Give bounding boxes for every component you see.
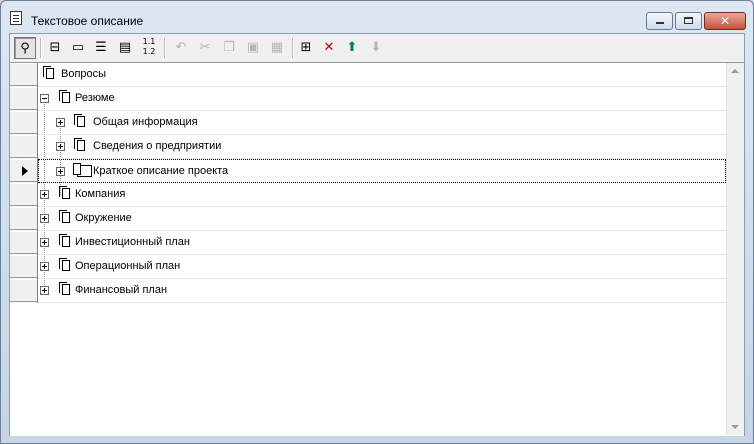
row-indicator [10,279,37,302]
node-label: Операционный план [75,260,181,272]
expand-icon[interactable] [40,238,49,247]
current-row-arrow-icon [22,166,28,176]
search-tool-icon[interactable]: ⚲ [14,37,36,59]
scroll-down-icon[interactable] [731,425,739,429]
close-button[interactable] [704,12,746,30]
window-app-icon [10,11,22,25]
row-indicator [10,87,37,110]
paste-icon[interactable]: ▣ [242,37,264,59]
row-indicator [10,63,37,86]
node-label: Инвестиционный план [75,236,190,248]
expand-icon[interactable] [40,286,49,295]
document-icon [59,282,70,295]
insert-node-icon[interactable]: ⊞ [295,37,317,59]
document-icon [59,90,70,103]
tree-cell[interactable]: Сведения о предприятии [38,135,726,159]
node-label: Краткое описание проекта [93,165,229,177]
node-label: Резюме [75,92,115,104]
collapse-icon[interactable] [40,94,49,103]
window-title: Текстовое описание [31,14,144,28]
app-window: Текстовое описание ⚲ ⊟ ▭ ☰ ▤ 1.11.2 ↶ ✂ … [0,0,754,444]
row-indicator [10,255,37,278]
row-indicator [10,135,37,158]
tree-row[interactable]: Компания [10,183,726,207]
row-indicator [10,183,37,206]
tree-row[interactable]: Инвестиционный план [10,231,726,255]
row-indicator [10,207,37,230]
highlight-mark-icon[interactable]: ▤ [114,37,136,59]
tree-cell[interactable]: Операционный план [38,255,726,279]
document-icon [43,66,54,79]
move-up-icon[interactable]: ⬆ [341,37,363,59]
move-down-icon[interactable]: ⬇ [365,37,387,59]
expand-icon[interactable] [56,118,65,127]
tree-row[interactable]: Вопросы [10,63,726,87]
tree-cell[interactable]: Вопросы [38,63,726,87]
node-label: Вопросы [61,68,107,80]
tree-row[interactable]: Общая информация [10,111,726,135]
document-icon [59,210,70,223]
document-icon [59,258,70,271]
toolbar: ⚲ ⊟ ▭ ☰ ▤ 1.1 1.2 ↶ ✂ ❐ ▣ ▦ ⊞ ✕ ⬆ ⬇ [10,34,744,61]
vertical-scrollbar[interactable] [726,63,744,435]
expand-icon[interactable] [40,190,49,199]
maximize-button[interactable] [675,12,702,30]
tree-grid[interactable]: Вопросы Резюме Общая информация Сведения… [10,62,744,436]
delete-icon[interactable]: ✕ [318,37,340,59]
tree-row[interactable]: Финансовый план [10,279,726,303]
undo-icon[interactable]: ↶ [170,37,192,59]
minimize-button[interactable] [646,12,673,30]
expand-icon[interactable] [40,214,49,223]
document-icon [59,186,70,199]
expand-icon[interactable] [56,142,65,151]
tree-cell[interactable]: Общая информация [38,111,726,135]
node-label: Финансовый план [75,284,168,296]
expand-icon[interactable] [40,262,49,271]
numbering-icon[interactable]: 1.1 1.2 [138,37,160,59]
document-icon [59,234,70,247]
row-indicator [10,111,37,134]
tree-cell[interactable]: Окружение [38,207,726,231]
client-area: ⚲ ⊟ ▭ ☰ ▤ 1.1 1.2 ↶ ✂ ❐ ▣ ▦ ⊞ ✕ ⬆ ⬇ Вопр… [9,33,745,436]
tree-cell[interactable]: Резюме [38,87,726,111]
tree-cell[interactable]: Инвестиционный план [38,231,726,255]
folder-icon [73,163,92,177]
document-icon [74,114,85,127]
tree-cell[interactable]: Краткое описание проекта [38,159,726,183]
document-icon [74,138,85,151]
node-label: Окружение [75,212,132,224]
tree-row[interactable]: Резюме [10,87,726,111]
row-indicator [10,159,37,182]
cut-icon[interactable]: ✂ [194,37,216,59]
node-label: Сведения о предприятии [93,140,222,152]
scroll-up-icon[interactable] [731,69,739,73]
expand-icon[interactable] [56,167,65,176]
tree-cell[interactable]: Компания [38,183,726,207]
comment-icon[interactable]: ▭ [67,37,89,59]
list-view-icon[interactable]: ☰ [90,37,112,59]
node-label: Компания [75,188,126,200]
row-indicator [10,231,37,254]
tree-row[interactable]: Операционный план [10,255,726,279]
title-bar[interactable]: Текстовое описание [1,1,753,33]
tree-row-selected[interactable]: Краткое описание проекта [10,159,726,183]
paste-special-icon[interactable]: ▦ [266,37,288,59]
copy-icon[interactable]: ❐ [218,37,240,59]
tree-structure-icon[interactable]: ⊟ [44,37,66,59]
node-label: Общая информация [93,116,198,128]
tree-cell[interactable]: Финансовый план [38,279,726,303]
tree-row[interactable]: Окружение [10,207,726,231]
tree-row[interactable]: Сведения о предприятии [10,135,726,159]
